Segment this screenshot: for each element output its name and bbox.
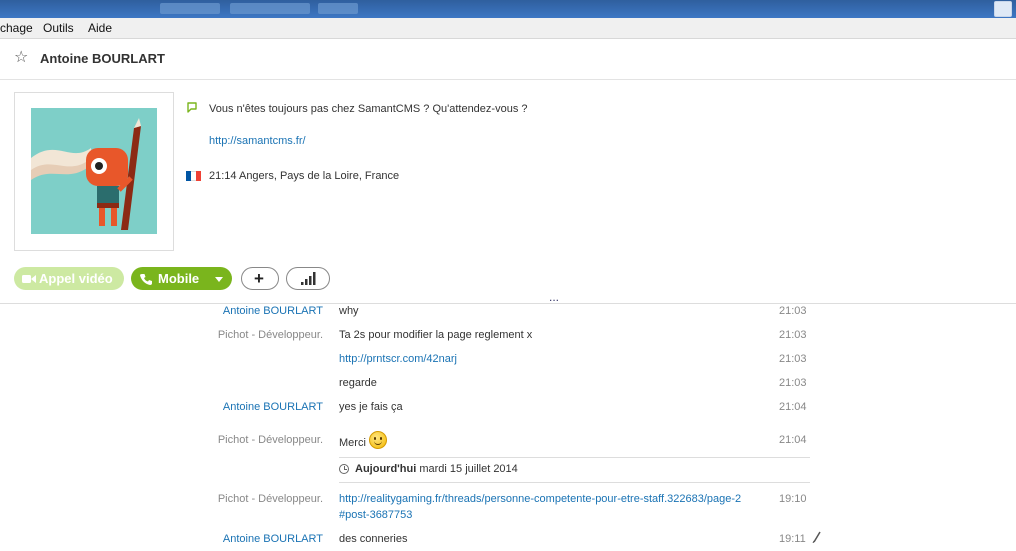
message-text-with-emoticon: Merci	[339, 431, 387, 452]
message-time: 19:10	[779, 493, 807, 505]
date-separator-line	[339, 482, 810, 483]
chat-message-row: Pichot - Développeur. http://realitygami…	[0, 493, 1016, 527]
message-sender[interactable]: Antoine BOURLART	[223, 305, 323, 317]
titlebar-tab-blur	[230, 3, 310, 14]
message-text: des conneries	[339, 533, 408, 545]
add-to-conversation-button[interactable]: +	[241, 267, 279, 290]
message-link[interactable]: http://realitygaming.fr/threads/personne…	[339, 493, 741, 505]
video-camera-icon	[22, 275, 36, 283]
france-flag-icon	[186, 171, 201, 181]
date-separator-line	[339, 457, 810, 458]
message-text: yes je fais ça	[339, 401, 403, 413]
message-time: 19:11	[779, 533, 806, 545]
message-time: 21:03	[779, 305, 807, 317]
plus-icon: +	[254, 269, 264, 288]
chat-message-row: Antoine BOURLART yes je fais ça 21:04	[0, 401, 1016, 419]
window-titlebar	[0, 0, 1016, 18]
conversation-header: ☆ Antoine BOURLART	[0, 39, 1016, 80]
message-text: why	[339, 305, 359, 317]
video-call-button[interactable]: Appel vidéo	[14, 267, 124, 290]
titlebar-tab-blur	[318, 3, 358, 14]
message-sender[interactable]: Antoine BOURLART	[223, 533, 323, 545]
message-time: 21:03	[779, 377, 807, 389]
message-text: Merci	[339, 437, 366, 449]
menu-item-aide[interactable]: Aide	[88, 21, 112, 35]
phone-icon	[140, 274, 152, 285]
chat-message-row: Antoine BOURLART why 21:03	[0, 305, 1016, 323]
contact-local-time-location: 21:14 Angers, Pays de la Loire, France	[209, 170, 400, 182]
chat-message-row: regarde 21:03	[0, 377, 1016, 395]
video-call-label: Appel vidéo	[39, 271, 113, 286]
smile-icon	[368, 431, 387, 449]
message-sender[interactable]: Pichot - Développeur.	[218, 434, 323, 446]
message-time: 21:04	[779, 401, 807, 413]
menu-bar: chage Outils Aide	[0, 18, 1016, 39]
message-text: regarde	[339, 377, 377, 389]
contact-name: Antoine BOURLART	[40, 51, 165, 66]
chat-message-row: Pichot - Développeur. Merci 21:04	[0, 431, 1016, 452]
mood-message-icon	[187, 102, 197, 113]
menu-item-outils[interactable]: Outils	[43, 21, 74, 35]
profile-homepage-link[interactable]: http://samantcms.fr/	[209, 135, 306, 147]
call-mobile-button[interactable]: Mobile	[131, 267, 232, 290]
mood-message: Vous n'êtes toujours pas chez SamantCMS …	[209, 103, 528, 115]
message-time: 21:03	[779, 353, 807, 365]
favorite-star-icon[interactable]: ☆	[14, 49, 28, 67]
message-sender[interactable]: Antoine BOURLART	[223, 401, 323, 413]
chat-message-row: Pichot - Développeur. Ta 2s pour modifie…	[0, 329, 1016, 347]
date-separator-today: Aujourd'hui	[355, 463, 417, 475]
edited-pencil-icon	[812, 531, 821, 543]
call-quality-button[interactable]	[286, 267, 330, 290]
message-sender[interactable]: Pichot - Développeur.	[218, 493, 323, 505]
message-link-continued[interactable]: #post-3687753	[339, 509, 412, 521]
message-time: 21:03	[779, 329, 807, 341]
message-sender[interactable]: Pichot - Développeur.	[218, 329, 323, 341]
message-text: Ta 2s pour modifier la page reglement x	[339, 329, 533, 341]
call-mobile-label: Mobile	[158, 271, 200, 286]
date-separator-date: mardi 15 juillet 2014	[416, 463, 518, 475]
titlebar-tab-blur	[160, 3, 220, 14]
window-control-button[interactable]	[994, 1, 1012, 17]
resize-handle-dots[interactable]: ...	[549, 290, 559, 304]
clock-icon	[339, 464, 349, 474]
message-time: 21:04	[779, 434, 807, 446]
contact-avatar-frame	[14, 92, 174, 251]
message-link[interactable]: http://prntscr.com/42narj	[339, 353, 457, 365]
date-separator: Aujourd'hui mardi 15 juillet 2014	[339, 463, 518, 475]
chevron-down-icon[interactable]	[215, 277, 223, 282]
signal-bars-icon	[301, 272, 316, 285]
menu-item-affichage[interactable]: chage	[0, 21, 33, 35]
chat-message-row: http://prntscr.com/42narj 21:03	[0, 353, 1016, 371]
panel-divider	[0, 303, 1016, 304]
avatar[interactable]	[31, 108, 157, 234]
chat-message-row: Antoine BOURLART des conneries 19:11	[0, 533, 1016, 551]
